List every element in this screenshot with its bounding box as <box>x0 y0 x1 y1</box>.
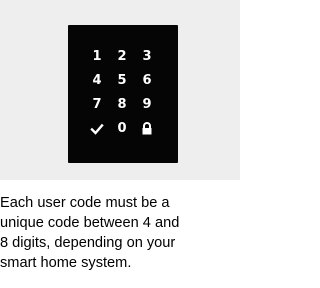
key-4: 4 <box>92 73 102 88</box>
key-5: 5 <box>117 73 127 88</box>
caption-line: unique code between 4 and <box>0 215 180 231</box>
instruction-card: 1 2 3 4 5 6 7 8 9 0 Each user code must … <box>0 0 240 288</box>
key-6: 6 <box>142 73 152 88</box>
caption-line: Each user code must be a <box>0 195 170 211</box>
caption-line: 8 digits, depending on your <box>0 235 176 251</box>
key-8: 8 <box>117 97 127 112</box>
key-2: 2 <box>117 49 127 64</box>
key-9: 9 <box>142 97 152 112</box>
keypad-photo: 1 2 3 4 5 6 7 8 9 0 <box>0 0 240 180</box>
key-7: 7 <box>92 97 102 112</box>
keypad: 1 2 3 4 5 6 7 8 9 0 <box>68 25 178 163</box>
key-0: 0 <box>117 121 127 136</box>
key-1: 1 <box>92 49 102 64</box>
key-3: 3 <box>142 49 152 64</box>
caption-text: Each user code must be a unique code bet… <box>0 193 240 273</box>
caption-line: smart home system. <box>0 255 132 271</box>
check-icon <box>88 120 106 138</box>
lock-icon <box>138 120 156 138</box>
